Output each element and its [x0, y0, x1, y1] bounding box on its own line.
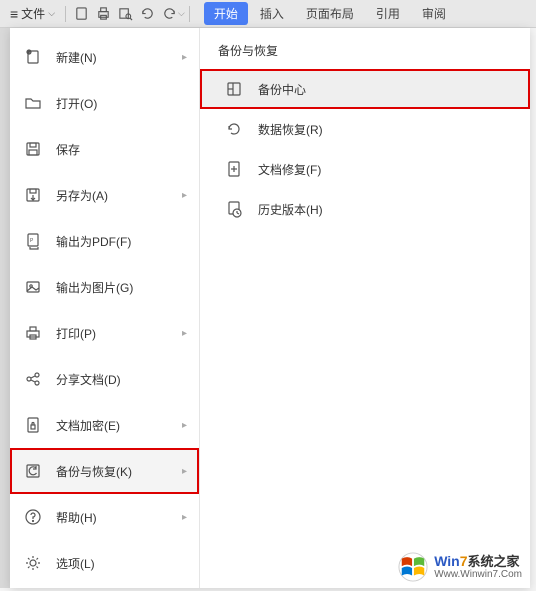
file-menu-item-image[interactable]: 输出为图片(G): [10, 264, 199, 310]
share-icon: [24, 370, 42, 388]
backup-center-icon: [224, 79, 244, 99]
file-menu-label: 分享文档(D): [56, 371, 121, 388]
file-menu-label: 打印(P): [56, 325, 96, 342]
file-menu-label: 选项(L): [56, 555, 95, 572]
pdf-icon: P: [24, 232, 42, 250]
repair-icon: [224, 159, 244, 179]
submenu-item-history[interactable]: 历史版本(H): [200, 189, 530, 229]
file-dropdown: 新建(N) ▸ 打开(O) 保存另存为(A) ▸ P 输出为PDF(F) 输出为图片(G) 打印…: [10, 28, 530, 588]
chevron-right-icon: ▸: [182, 512, 187, 523]
submenu-title: 备份与恢复: [200, 42, 530, 69]
submenu-item-backup-center[interactable]: 备份中心: [200, 69, 530, 109]
saveas-icon: [24, 186, 42, 204]
ribbon-tabs: 开始 插入 页面布局 引用 审阅: [204, 2, 456, 25]
watermark: Win7系统之家 Www.Winwin7.Com: [398, 552, 522, 582]
watermark-brand: Win7系统之家: [434, 553, 522, 570]
redo-icon[interactable]: [158, 3, 180, 25]
history-icon: [224, 199, 244, 219]
file-menu-item-print[interactable]: 打印(P) ▸: [10, 310, 199, 356]
file-menu-label: 备份与恢复(K): [56, 463, 132, 480]
submenu-item-label: 历史版本(H): [258, 201, 323, 218]
save-icon: [24, 140, 42, 158]
chevron-right-icon: ▸: [182, 420, 187, 431]
submenu-item-label: 文档修复(F): [258, 161, 321, 178]
file-menu-label: 另存为(A): [56, 187, 108, 204]
win7-logo-icon: [398, 552, 428, 582]
image-icon: [24, 278, 42, 296]
help-icon: [24, 508, 42, 526]
svg-text:P: P: [30, 238, 34, 244]
tab-start[interactable]: 开始: [204, 2, 248, 25]
chevron-right-icon: ▸: [182, 328, 187, 339]
new-doc-icon[interactable]: [70, 3, 92, 25]
file-menu-label: 输出为PDF(F): [56, 233, 131, 250]
tab-review[interactable]: 审阅: [412, 2, 456, 25]
submenu-item-repair[interactable]: 文档修复(F): [200, 149, 530, 189]
file-label: 文件: [21, 5, 45, 22]
file-menu-item-saveas[interactable]: 另存为(A) ▸: [10, 172, 199, 218]
backup-icon: [24, 462, 42, 480]
open-icon: [24, 94, 42, 112]
file-menu-label: 打开(O): [56, 95, 97, 112]
submenu-item-recover[interactable]: 数据恢复(R): [200, 109, 530, 149]
hamburger-icon: ≡: [10, 6, 18, 22]
tab-layout[interactable]: 页面布局: [296, 2, 364, 25]
print-icon: [24, 324, 42, 342]
submenu-item-label: 数据恢复(R): [258, 121, 323, 138]
file-menu-label: 保存: [56, 141, 80, 158]
chevron-right-icon: ▸: [182, 190, 187, 201]
top-toolbar: ≡ 文件 ⌵ ⌵ 开始 插入 页面布局 引用 审阅: [0, 0, 536, 28]
file-menu-item-new[interactable]: 新建(N) ▸: [10, 34, 199, 80]
submenu-panel: 备份与恢复 备份中心数据恢复(R) 文档修复(F) 历史版本(H) Win7系统之家…: [200, 28, 530, 588]
watermark-url: Www.Winwin7.Com: [434, 569, 522, 581]
toolbar-divider: [65, 6, 66, 22]
recover-icon: [224, 119, 244, 139]
file-menu-item-pdf[interactable]: P 输出为PDF(F): [10, 218, 199, 264]
toolbar-divider-2: [189, 6, 190, 22]
tab-insert[interactable]: 插入: [250, 2, 294, 25]
file-menu-item-backup[interactable]: 备份与恢复(K) ▸: [10, 448, 199, 494]
file-menu-item-encrypt[interactable]: 文档加密(E) ▸: [10, 402, 199, 448]
print-icon[interactable]: [92, 3, 114, 25]
file-menu-item-options[interactable]: 选项(L): [10, 540, 199, 586]
chevron-right-icon: ▸: [182, 466, 187, 477]
options-icon: [24, 554, 42, 572]
preview-icon[interactable]: [114, 3, 136, 25]
tab-references[interactable]: 引用: [366, 2, 410, 25]
file-menu-label: 输出为图片(G): [56, 279, 133, 296]
new-icon: [24, 48, 42, 66]
file-menu-item-open[interactable]: 打开(O): [10, 80, 199, 126]
left-edge-strip: [0, 28, 10, 588]
file-menu-list: 新建(N) ▸ 打开(O) 保存另存为(A) ▸ P 输出为PDF(F) 输出为图片(G) 打印…: [10, 28, 200, 588]
redo-dropdown-icon[interactable]: ⌵: [178, 8, 185, 19]
chevron-down-icon: ⌵: [48, 8, 55, 19]
submenu-item-label: 备份中心: [258, 81, 306, 98]
encrypt-icon: [24, 416, 42, 434]
file-menu-item-save[interactable]: 保存: [10, 126, 199, 172]
file-menu-label: 帮助(H): [56, 509, 97, 526]
file-menu-item-share[interactable]: 分享文档(D): [10, 356, 199, 402]
chevron-right-icon: ▸: [182, 52, 187, 63]
file-menu-item-help[interactable]: 帮助(H) ▸: [10, 494, 199, 540]
file-menu-label: 文档加密(E): [56, 417, 120, 434]
file-menu-button[interactable]: ≡ 文件 ⌵: [4, 3, 61, 24]
file-menu-label: 新建(N): [56, 49, 97, 66]
undo-icon[interactable]: [136, 3, 158, 25]
